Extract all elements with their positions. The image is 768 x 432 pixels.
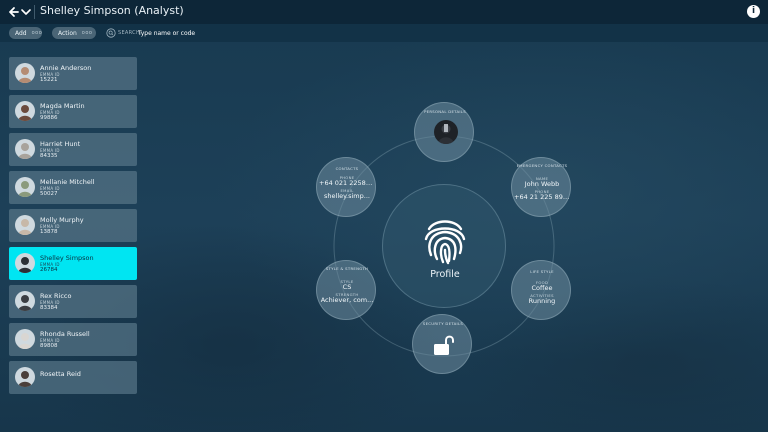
life-style-title: LIFE STYLE [530, 269, 554, 274]
emergency-phone: +64 21 225 8976 [514, 193, 570, 201]
person-id: 13878 [40, 229, 58, 235]
avatar [15, 367, 35, 387]
person-list-item[interactable]: Harriet Hunt EMMA ID 84335 [9, 133, 137, 166]
style-strength-title: STYLE & STRENGTH [325, 266, 369, 271]
person-name: Molly Murphy [40, 216, 84, 224]
search-label: SEARCH [118, 30, 141, 36]
person-list-item[interactable]: Rosetta Reid [9, 361, 137, 394]
person-list-item[interactable]: Rhonda Russell EMMA ID 89808 [9, 323, 137, 356]
person-list-item[interactable]: Shelley Simpson EMMA ID 26784 [9, 247, 137, 280]
avatar [15, 101, 35, 121]
life-activities: Running [528, 297, 556, 305]
security-details-node[interactable]: SECURITY DETAILS [412, 314, 472, 374]
person-id: 89808 [40, 343, 58, 349]
person-list-item[interactable]: Magda Martin EMMA ID 99886 [9, 95, 137, 128]
contacts-email: shelley.simp... [324, 192, 370, 200]
profile-label: Profile [430, 269, 460, 280]
person-list-item[interactable]: Rex Ricco EMMA ID 83384 [9, 285, 137, 318]
person-list-item[interactable]: Mellanie Mitchell EMMA ID 50027 [9, 171, 137, 204]
person-id: 84335 [40, 153, 58, 159]
person-name: Magda Martin [40, 102, 85, 110]
person-id: 50027 [40, 191, 58, 197]
fingerprint-icon [424, 220, 466, 265]
title-divider [34, 5, 35, 19]
add-button-label: Add [15, 29, 27, 37]
search-input[interactable] [138, 27, 258, 39]
avatar [15, 139, 35, 159]
avatar [15, 329, 35, 349]
person-name: Rosetta Reid [40, 370, 81, 378]
emergency-name: John Webb [524, 180, 560, 188]
personal-details-node[interactable]: PERSONAL DETAILS [414, 102, 474, 162]
avatar [15, 215, 35, 235]
action-button-label: Action [58, 29, 77, 37]
person-name: Annie Anderson [40, 64, 92, 72]
emergency-contacts-node[interactable]: EMERGENCY CONTACTS NAME John Webb PHONE … [511, 157, 571, 217]
search-icon [106, 28, 116, 38]
person-id: 99886 [40, 115, 58, 121]
add-button-dots: ooo [31, 30, 43, 36]
avatar [15, 177, 35, 197]
unlock-icon [434, 335, 454, 355]
action-button[interactable]: Action ooo [52, 27, 96, 39]
avatar [15, 63, 35, 83]
person-list-item[interactable]: Annie Anderson EMMA ID 15221 [9, 57, 137, 90]
toolbar: Add ooo Action ooo SEARCH [0, 24, 768, 42]
style-strength-node[interactable]: STYLE & STRENGTH STYLE CS STRENGTH Achie… [316, 260, 376, 320]
contacts-node[interactable]: CONTACTS PHONE +64 021 2258120 EMAIL she… [316, 157, 376, 217]
contacts-title: CONTACTS [335, 166, 359, 171]
person-name: Rex Ricco [40, 292, 72, 300]
person-name: Mellanie Mitchell [40, 178, 95, 186]
add-button[interactable]: Add ooo [9, 27, 42, 39]
contacts-phone: +64 021 2258120 [319, 179, 375, 187]
top-bar: Shelley Simpson (Analyst) i [0, 0, 768, 24]
strength-value: Achiever, com... [320, 296, 374, 304]
page-title: Shelley Simpson (Analyst) [40, 4, 184, 17]
person-id: 15221 [40, 77, 58, 83]
life-style-node[interactable]: LIFE STYLE FOOD Coffee ACTIVITIES Runnin… [511, 260, 571, 320]
personal-details-title: PERSONAL DETAILS [424, 109, 466, 114]
back-arrow-icon[interactable] [7, 4, 21, 20]
person-name: Shelley Simpson [40, 254, 94, 262]
person-name: Harriet Hunt [40, 140, 81, 148]
avatar [15, 291, 35, 311]
info-icon[interactable]: i [747, 5, 760, 18]
avatar [15, 253, 35, 273]
person-id: 26784 [40, 267, 58, 273]
security-title: SECURITY DETAILS [422, 321, 464, 326]
person-name: Rhonda Russell [40, 330, 90, 338]
emergency-title: EMERGENCY CONTACTS [516, 163, 568, 168]
person-list-item[interactable]: Molly Murphy EMMA ID 13878 [9, 209, 137, 242]
chevron-down-icon[interactable] [20, 5, 32, 19]
style-value: CS [342, 283, 352, 291]
life-food: Coffee [531, 284, 553, 292]
profile-hub[interactable]: Profile [382, 184, 506, 308]
action-button-dots: ooo [81, 30, 93, 36]
person-id: 83384 [40, 305, 58, 311]
profile-photo [434, 120, 458, 144]
